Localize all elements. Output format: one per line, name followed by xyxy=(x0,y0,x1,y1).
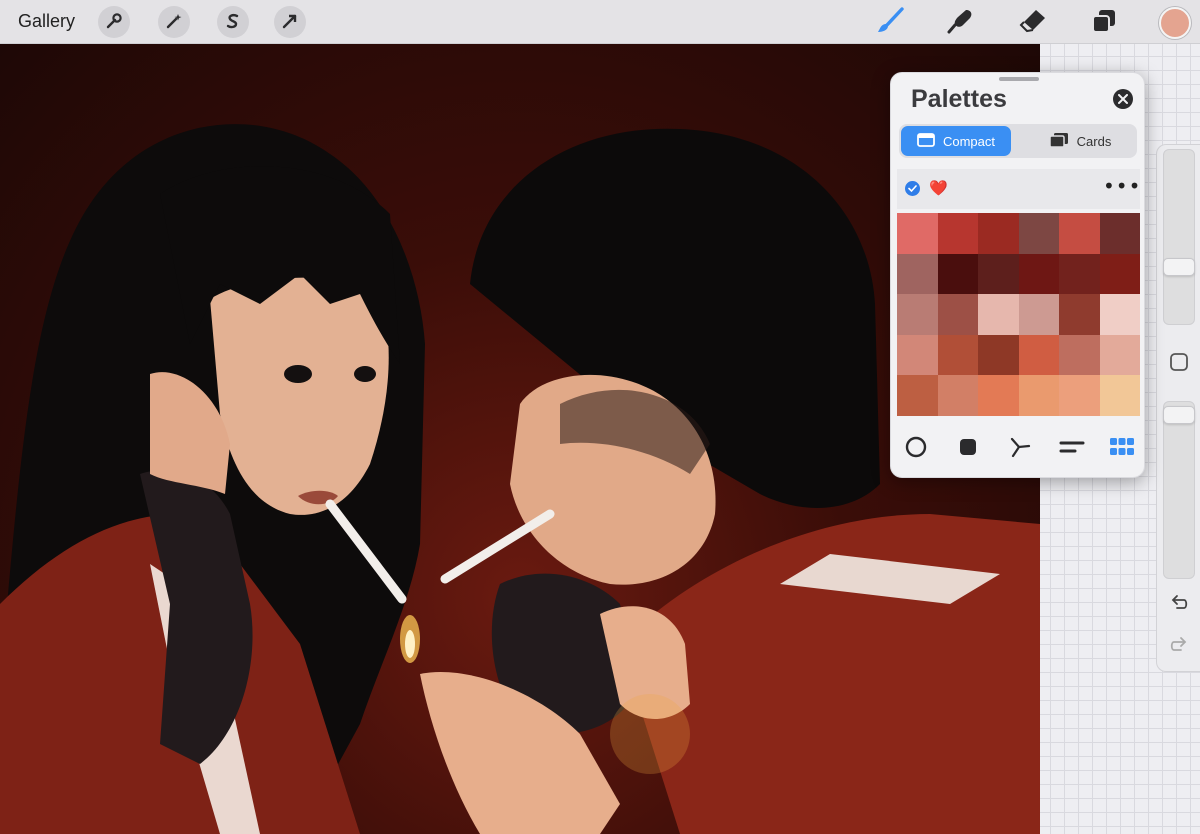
panel-grabber[interactable] xyxy=(999,77,1039,81)
view-mode-toggle: Compact Cards xyxy=(899,124,1137,158)
magic-wand-icon xyxy=(165,12,183,33)
tab-compact-label: Compact xyxy=(942,133,996,149)
color-swatch[interactable] xyxy=(1018,375,1059,416)
more-options-button[interactable]: ••• xyxy=(1103,174,1141,198)
color-swatch[interactable] xyxy=(1099,213,1140,254)
cards-icon xyxy=(1048,132,1069,150)
color-swatch[interactable] xyxy=(897,213,938,254)
compact-icon xyxy=(917,132,935,150)
top-toolbar: Gallery xyxy=(0,0,1200,44)
eraser-tool-button[interactable] xyxy=(1016,6,1050,38)
palettes-panel: Palettes Compact Cards ❤️ ••• xyxy=(890,72,1145,478)
undo-button[interactable] xyxy=(1167,593,1191,617)
palette-mode-bar xyxy=(897,431,1140,465)
layers-button[interactable] xyxy=(1087,6,1121,38)
modify-square-icon xyxy=(1169,352,1189,375)
brush-size-slider[interactable] xyxy=(1163,149,1195,325)
checkmark-icon xyxy=(905,181,920,196)
wrench-icon xyxy=(105,12,123,33)
color-swatch[interactable] xyxy=(978,213,1019,254)
color-swatch[interactable] xyxy=(1099,253,1140,295)
color-swatch[interactable] xyxy=(1059,375,1100,416)
color-swatch[interactable] xyxy=(978,294,1019,335)
disc-icon xyxy=(905,436,927,461)
color-swatch[interactable] xyxy=(937,253,978,295)
color-swatch[interactable] xyxy=(978,334,1019,376)
eraser-icon xyxy=(1018,7,1048,38)
layers-icon xyxy=(1091,8,1117,37)
smudge-tool-button[interactable] xyxy=(944,6,978,38)
color-swatch[interactable] xyxy=(937,213,978,254)
arrow-transform-icon xyxy=(281,12,299,33)
close-icon xyxy=(1118,92,1128,107)
smudge-icon xyxy=(946,7,976,38)
color-swatch[interactable] xyxy=(1059,213,1100,254)
palette-grid-icon xyxy=(1110,437,1134,459)
classic-mode-button[interactable] xyxy=(955,435,981,461)
palette-header[interactable]: ❤️ ••• xyxy=(897,169,1140,209)
color-swatch[interactable] xyxy=(1018,334,1059,376)
color-swatch[interactable] xyxy=(1099,334,1140,376)
color-swatch[interactable] xyxy=(937,294,978,335)
color-swatch[interactable] xyxy=(897,334,938,376)
color-swatch[interactable] xyxy=(937,334,978,376)
color-swatch[interactable] xyxy=(978,253,1019,295)
color-swatch[interactable] xyxy=(897,294,938,335)
value-mode-button[interactable] xyxy=(1059,435,1085,461)
color-swatch[interactable] xyxy=(1059,253,1100,295)
transform-button[interactable] xyxy=(274,6,306,38)
color-swatch[interactable] xyxy=(978,375,1019,416)
color-swatch[interactable] xyxy=(1099,375,1140,416)
selection-button[interactable] xyxy=(217,6,249,38)
harmony-icon xyxy=(1009,436,1031,461)
close-button[interactable] xyxy=(1113,89,1133,109)
panel-title: Palettes xyxy=(911,85,1007,113)
square-icon xyxy=(959,438,977,459)
artwork-canvas[interactable] xyxy=(0,44,1040,834)
brush-size-thumb[interactable] xyxy=(1163,258,1195,276)
harmony-mode-button[interactable] xyxy=(1007,435,1033,461)
color-button[interactable] xyxy=(1159,7,1191,39)
modify-button[interactable] xyxy=(1167,351,1191,375)
actions-button[interactable] xyxy=(98,6,130,38)
color-swatch[interactable] xyxy=(1099,294,1140,335)
color-swatch[interactable] xyxy=(937,375,978,416)
redo-button[interactable] xyxy=(1167,635,1191,659)
disc-mode-button[interactable] xyxy=(903,435,929,461)
tab-cards-label: Cards xyxy=(1076,133,1112,149)
color-swatch[interactable] xyxy=(1059,294,1100,335)
selection-s-icon xyxy=(224,12,242,33)
opacity-slider[interactable] xyxy=(1163,401,1195,579)
value-icon xyxy=(1059,439,1085,458)
adjustments-button[interactable] xyxy=(158,6,190,38)
gallery-button[interactable]: Gallery xyxy=(18,11,75,32)
swatch-grid xyxy=(897,213,1140,416)
tab-cards[interactable]: Cards xyxy=(1025,126,1135,156)
right-sidebar xyxy=(1156,144,1200,672)
brush-tool-button[interactable] xyxy=(873,6,907,38)
undo-icon xyxy=(1169,594,1189,617)
color-swatch[interactable] xyxy=(1018,213,1059,254)
brush-icon xyxy=(875,6,905,38)
color-swatch[interactable] xyxy=(897,375,938,416)
palette-name: ❤️ xyxy=(929,180,948,197)
opacity-thumb[interactable] xyxy=(1163,406,1195,424)
artwork-illustration xyxy=(0,124,1040,834)
color-swatch[interactable] xyxy=(1059,334,1100,376)
redo-icon xyxy=(1169,636,1189,659)
color-swatch[interactable] xyxy=(1018,294,1059,335)
tab-compact[interactable]: Compact xyxy=(901,126,1011,156)
palettes-mode-button[interactable] xyxy=(1109,435,1135,461)
color-swatch[interactable] xyxy=(897,253,938,295)
color-swatch[interactable] xyxy=(1018,253,1059,295)
